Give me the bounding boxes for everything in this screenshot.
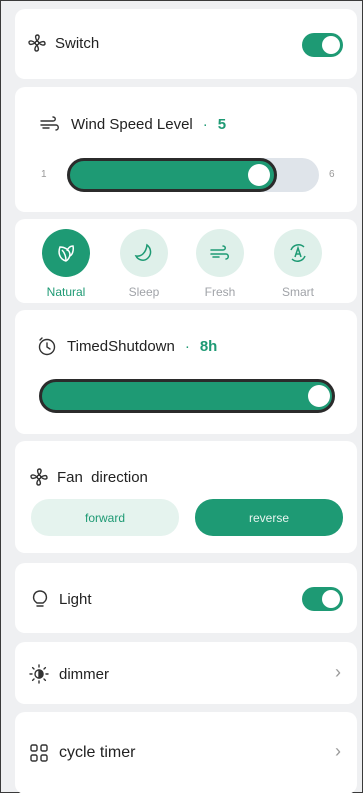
- dimmer-icon: [29, 664, 49, 684]
- chevron-right-icon: ›: [335, 662, 341, 682]
- wind-max-label: 6: [329, 169, 335, 180]
- mode-natural-label: Natural: [46, 285, 86, 299]
- wind-icon: [39, 115, 61, 133]
- wind-speed-label: Wind Speed Level: [71, 115, 193, 133]
- auto-icon: [274, 229, 322, 277]
- timer-card: TimedShutdown · 8h: [15, 310, 357, 434]
- direction-card: Fan direction forward reverse: [15, 441, 357, 553]
- light-label: Light: [59, 590, 92, 608]
- wind-speed-fill: [67, 158, 277, 192]
- timer-dot: ·: [184, 337, 190, 355]
- dimmer-row[interactable]: dimmer ›: [15, 642, 357, 704]
- timer-fill: [39, 379, 335, 413]
- chevron-right-icon: ›: [335, 741, 341, 761]
- direction-label: Fan direction: [57, 468, 148, 486]
- timer-handle[interactable]: [308, 385, 330, 407]
- mode-natural[interactable]: Natural: [41, 229, 91, 299]
- mode-smart[interactable]: Smart: [273, 229, 323, 299]
- light-toggle[interactable]: [302, 587, 343, 611]
- dimmer-label: dimmer: [59, 665, 110, 683]
- clock-icon: [37, 336, 57, 356]
- bulb-icon: [31, 589, 49, 609]
- mode-sleep[interactable]: Sleep: [119, 229, 169, 299]
- switch-card: Switch: [15, 9, 357, 79]
- fresh-wind-icon: [196, 229, 244, 277]
- power-toggle[interactable]: [302, 33, 343, 57]
- timer-label: TimedShutdown: [67, 337, 175, 355]
- cycle-timer-row[interactable]: cycle timer ›: [15, 712, 357, 793]
- light-card: Light: [15, 563, 357, 633]
- mode-sleep-label: Sleep: [128, 285, 160, 299]
- wind-speed-dot: ·: [202, 115, 208, 133]
- reverse-button[interactable]: reverse: [195, 499, 343, 536]
- forward-button[interactable]: forward: [31, 499, 179, 536]
- leaf-icon: [42, 229, 90, 277]
- cycle-timer-label: cycle timer: [59, 744, 136, 761]
- light-toggle-knob: [322, 590, 340, 608]
- wind-speed-slider[interactable]: [67, 158, 319, 192]
- wind-speed-card: Wind Speed Level · 5 1 6: [15, 87, 357, 212]
- moon-icon: [120, 229, 168, 277]
- fan-direction-icon: [29, 467, 49, 487]
- wind-speed-handle[interactable]: [248, 164, 270, 186]
- mode-card: Natural Sleep Fresh Smart: [15, 219, 357, 303]
- timer-value: 8h: [199, 337, 218, 355]
- fan-icon: [27, 33, 47, 53]
- switch-label: Switch: [55, 34, 100, 52]
- mode-fresh[interactable]: Fresh: [195, 229, 245, 299]
- grid-icon: [29, 743, 49, 763]
- mode-smart-label: Smart: [281, 285, 314, 299]
- wind-min-label: 1: [41, 169, 47, 180]
- mode-fresh-label: Fresh: [204, 285, 236, 299]
- timer-slider[interactable]: [39, 379, 335, 413]
- toggle-knob: [322, 36, 340, 54]
- wind-speed-value: 5: [217, 115, 227, 133]
